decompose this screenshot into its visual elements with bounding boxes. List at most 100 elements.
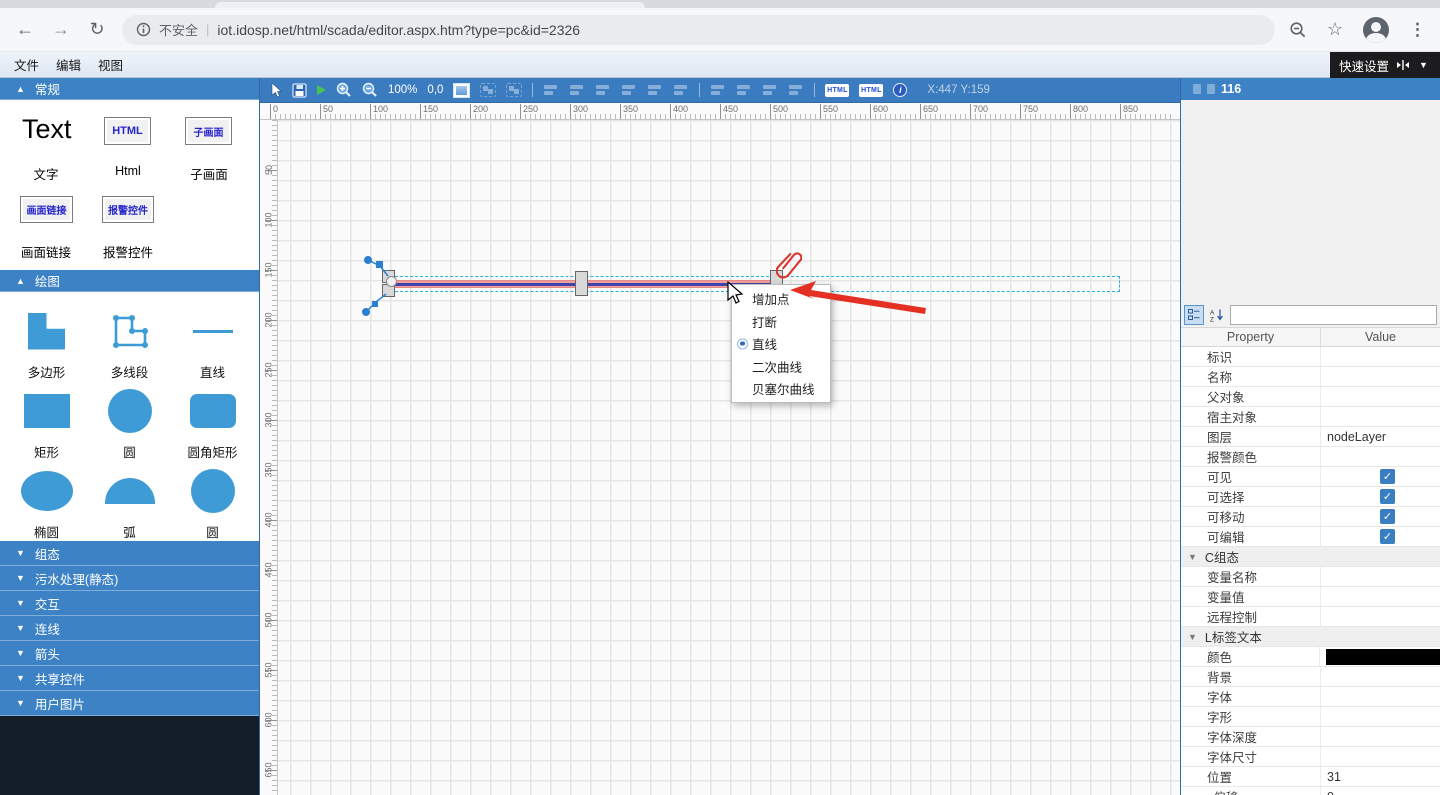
- select-cursor-icon[interactable]: [270, 82, 282, 98]
- align-left-icon[interactable]: [543, 83, 559, 97]
- align-right-icon[interactable]: [595, 83, 611, 97]
- property-category-row[interactable]: ▼C组态: [1181, 547, 1440, 567]
- design-canvas[interactable]: 增加点打断直线二次曲线贝塞尔曲线: [278, 120, 1180, 795]
- same-width-icon[interactable]: [762, 83, 778, 97]
- context-menu-item[interactable]: 贝塞尔曲线: [732, 378, 830, 400]
- property-row[interactable]: 变量名称: [1181, 567, 1440, 587]
- property-row[interactable]: 颜色: [1181, 647, 1440, 667]
- property-row[interactable]: 名称: [1181, 367, 1440, 387]
- quick-settings-button[interactable]: 快速设置 ▼: [1330, 52, 1440, 78]
- property-row[interactable]: 可移动✓: [1181, 507, 1440, 527]
- property-row[interactable]: 远程控制: [1181, 607, 1440, 627]
- property-row[interactable]: 可编辑✓: [1181, 527, 1440, 547]
- zoom-out-icon[interactable]: [1289, 21, 1307, 39]
- property-category-row[interactable]: ▼L标签文本: [1181, 627, 1440, 647]
- property-row[interactable]: 字形: [1181, 707, 1440, 727]
- profile-avatar[interactable]: [1363, 17, 1389, 43]
- html-widget-icon[interactable]: HTML: [825, 84, 849, 97]
- tool-rounded-rectangle[interactable]: 圆角矩形: [171, 378, 254, 458]
- same-height-icon[interactable]: [788, 83, 804, 97]
- browser-menu-icon[interactable]: ⋮: [1409, 20, 1426, 40]
- distribute-vertical-icon[interactable]: [736, 83, 752, 97]
- property-row[interactable]: 变量值: [1181, 587, 1440, 607]
- align-center-icon[interactable]: [569, 83, 585, 97]
- checkbox-checked[interactable]: ✓: [1380, 469, 1395, 484]
- property-row[interactable]: 父对象: [1181, 387, 1440, 407]
- origin-coords[interactable]: 0,0: [427, 84, 443, 96]
- bookmark-star-icon[interactable]: ☆: [1327, 19, 1343, 40]
- tool-alarm-control[interactable]: 报警控件: [102, 196, 154, 223]
- context-menu-item[interactable]: 二次曲线: [732, 355, 830, 377]
- browser-back-icon[interactable]: ←: [14, 19, 36, 40]
- color-swatch[interactable]: [1326, 649, 1440, 665]
- tool-screen-link[interactable]: 画面链接: [20, 196, 73, 223]
- align-top-icon[interactable]: [621, 83, 637, 97]
- info-icon[interactable]: i: [893, 83, 907, 97]
- tool-html[interactable]: HTML: [104, 117, 151, 145]
- categorized-view-button[interactable]: [1184, 305, 1204, 325]
- section-header[interactable]: ▼箭头: [0, 641, 259, 666]
- zoom-out-icon[interactable]: [362, 82, 378, 98]
- property-row[interactable]: 位置31: [1181, 767, 1440, 787]
- browser-reload-icon[interactable]: ↻: [86, 19, 108, 40]
- background-image-icon[interactable]: [453, 83, 470, 98]
- alphabetical-sort-button[interactable]: A Z: [1207, 305, 1227, 325]
- browser-address-bar[interactable]: 不安全 | iot.idosp.net/html/scada/editor.as…: [122, 15, 1275, 45]
- align-middle-icon[interactable]: [647, 83, 663, 97]
- ruler-label: 850: [1120, 104, 1138, 119]
- property-row[interactable]: 可见✓: [1181, 467, 1440, 487]
- tool-polygon[interactable]: 多边形: [5, 298, 88, 378]
- section-header[interactable]: ▼共享控件: [0, 666, 259, 691]
- property-row[interactable]: 字体深度: [1181, 727, 1440, 747]
- menu-item[interactable]: 编辑: [56, 55, 81, 74]
- section-header[interactable]: ▼污水处理(静态): [0, 566, 259, 591]
- tool-text[interactable]: Text: [22, 114, 72, 145]
- property-row[interactable]: 可选择✓: [1181, 487, 1440, 507]
- tool-circle-2[interactable]: 圆: [171, 458, 254, 538]
- section-header-general[interactable]: ▲ 常规: [0, 78, 259, 100]
- checkbox-checked[interactable]: ✓: [1380, 529, 1395, 544]
- chevron-down-icon[interactable]: ▼: [1419, 60, 1428, 70]
- section-header[interactable]: ▼交互: [0, 591, 259, 616]
- context-menu-item[interactable]: 直线: [732, 333, 830, 355]
- checkbox-checked[interactable]: ✓: [1380, 489, 1395, 504]
- tool-subscreen[interactable]: 子画面: [185, 117, 232, 145]
- page-info-icon[interactable]: [136, 22, 151, 37]
- zoom-in-icon[interactable]: [336, 82, 352, 98]
- tool-line[interactable]: 直线: [171, 298, 254, 378]
- property-row[interactable]: x偏移0: [1181, 787, 1440, 795]
- browser-forward-icon[interactable]: →: [50, 19, 72, 40]
- tool-polyline[interactable]: 多线段: [88, 298, 171, 378]
- group-icon[interactable]: [480, 83, 496, 97]
- menu-item[interactable]: 视图: [98, 55, 123, 74]
- checkbox-checked[interactable]: ✓: [1380, 509, 1395, 524]
- save-icon[interactable]: [292, 83, 307, 98]
- section-header[interactable]: ▼连线: [0, 616, 259, 641]
- property-row[interactable]: 报警颜色: [1181, 447, 1440, 467]
- url-text[interactable]: iot.idosp.net/html/scada/editor.aspx.htm…: [217, 22, 580, 38]
- property-filter-input[interactable]: [1230, 305, 1437, 325]
- section-header[interactable]: ▼用户图片: [0, 691, 259, 716]
- distribute-horizontal-icon[interactable]: [710, 83, 726, 97]
- ungroup-icon[interactable]: [506, 83, 522, 97]
- control-point-handles[interactable]: [360, 250, 406, 326]
- zoom-level[interactable]: 100%: [388, 84, 417, 96]
- property-row[interactable]: 图层nodeLayer: [1181, 427, 1440, 447]
- tool-circle[interactable]: 圆: [88, 378, 171, 458]
- html-widget-icon-2[interactable]: HTML: [859, 84, 883, 97]
- property-row[interactable]: 宿主对象: [1181, 407, 1440, 427]
- section-header[interactable]: ▼组态: [0, 541, 259, 566]
- property-row[interactable]: 标识: [1181, 347, 1440, 367]
- property-row[interactable]: 字体尺寸: [1181, 747, 1440, 767]
- align-bottom-icon[interactable]: [673, 83, 689, 97]
- resize-handle[interactable]: [575, 271, 588, 296]
- menu-item[interactable]: 文件: [14, 55, 39, 74]
- toolbar-separator: [699, 83, 700, 97]
- property-row[interactable]: 背景: [1181, 667, 1440, 687]
- tool-arc[interactable]: 弧: [88, 458, 171, 538]
- tool-ellipse[interactable]: 椭圆: [5, 458, 88, 538]
- property-row[interactable]: 字体: [1181, 687, 1440, 707]
- tool-rectangle[interactable]: 矩形: [5, 378, 88, 458]
- run-preview-icon[interactable]: [317, 85, 326, 95]
- section-header-draw[interactable]: ▲ 绘图: [0, 270, 259, 292]
